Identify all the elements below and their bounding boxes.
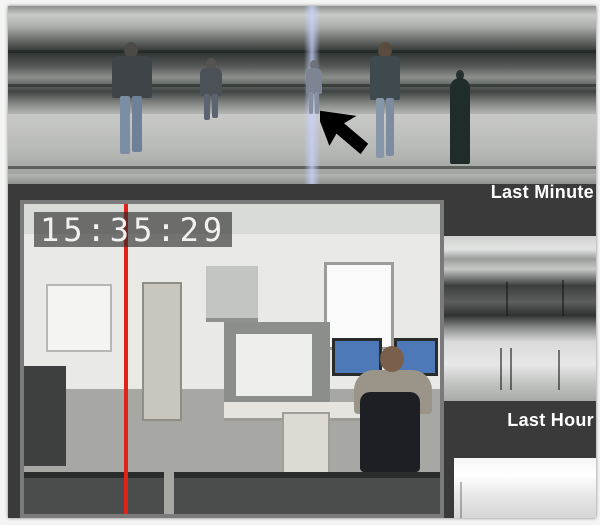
panorama-timeline-strip[interactable] <box>8 6 596 184</box>
whiteboard <box>46 284 112 352</box>
pointer-arrow-icon <box>320 110 369 155</box>
last-hour-strip[interactable] <box>454 458 596 518</box>
playhead-line[interactable] <box>124 204 128 514</box>
office-chair <box>360 392 420 472</box>
office-door <box>142 282 182 421</box>
surveillance-viewer: Last Minute Last Hour 15:35:29 <box>8 6 596 518</box>
seated-person-head <box>380 346 404 372</box>
office-window <box>324 262 394 350</box>
live-camera-view[interactable]: 15:35:29 <box>20 200 444 518</box>
last-hour-label: Last Hour <box>507 410 594 430</box>
last-minute-strip[interactable] <box>440 236 596 401</box>
last-minute-label: Last Minute <box>490 182 594 202</box>
timestamp-overlay: 15:35:29 <box>34 212 233 247</box>
